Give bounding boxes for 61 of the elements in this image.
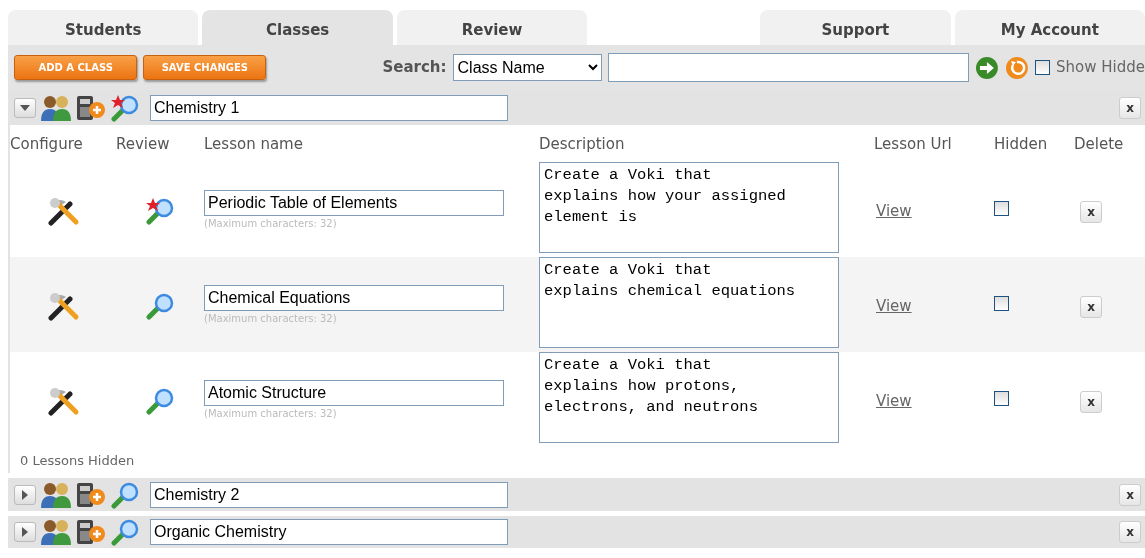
column-header: Description [539, 134, 626, 155]
column-header: Configure [10, 134, 84, 155]
delete-button[interactable]: x [1080, 295, 1102, 318]
caret-down-icon [20, 104, 30, 111]
hidden-checkbox[interactable] [994, 390, 1009, 406]
close-button[interactable]: x [1119, 96, 1141, 119]
view-link[interactable]: View [876, 391, 912, 410]
view-link[interactable]: View [876, 201, 912, 220]
people-icon[interactable] [40, 93, 72, 122]
close-button[interactable]: x [1119, 483, 1141, 506]
character-limit-hint: (Maximum characters: 32) [204, 407, 338, 421]
column-header: Hidden [994, 134, 1049, 155]
tab[interactable]: Review [396, 10, 588, 45]
caret-right-icon [22, 489, 28, 500]
starred-magnifier-icon[interactable] [145, 196, 175, 225]
tools-icon[interactable] [46, 385, 80, 416]
people-icon[interactable] [40, 480, 72, 509]
description-field[interactable]: Create a Voki that explains chemical equations [539, 256, 839, 348]
tab[interactable]: Classes [202, 10, 393, 45]
class-name-field[interactable]: Chemistry 1 [150, 94, 508, 121]
close-button[interactable]: x [1119, 521, 1141, 543]
column-header: Delete [1074, 134, 1125, 155]
lessons-hidden-count: 0 Lessons Hidden [19, 451, 136, 470]
magnifier-icon[interactable] [145, 386, 175, 415]
calculator-add-icon[interactable] [76, 480, 106, 509]
character-limit-hint: (Maximum characters: 32) [204, 312, 338, 326]
tab[interactable]: Students [8, 10, 199, 45]
tools-icon[interactable] [46, 290, 80, 321]
expand-toggle[interactable] [14, 97, 36, 118]
show-hidden-label: Show Hidde [1056, 57, 1145, 79]
hidden-checkbox[interactable] [994, 295, 1009, 311]
column-header: Review [116, 134, 171, 155]
delete-button[interactable]: x [1080, 390, 1102, 413]
search-field[interactable] [607, 53, 970, 82]
caret-right-icon [22, 527, 28, 537]
delete-button[interactable]: x [1080, 200, 1102, 223]
lesson-name-field[interactable]: Chemical Equations [204, 285, 504, 311]
description-field[interactable]: Create a Voki that explains how your assigned element is [539, 161, 839, 253]
show-hidden-checkbox[interactable] [1035, 60, 1050, 75]
column-header: Lesson Url [874, 134, 953, 155]
class-name-field[interactable]: Chemistry 2 [150, 481, 508, 508]
description-field[interactable]: Create a Voki that explains how protons, electrons, and neutrons [539, 351, 839, 443]
calculator-add-icon[interactable] [76, 518, 106, 546]
view-link[interactable]: View [876, 296, 912, 315]
lesson-name-field[interactable]: Atomic Structure [204, 380, 504, 406]
expand-toggle[interactable] [14, 522, 36, 542]
calculator-add-icon[interactable] [76, 93, 106, 122]
search-by-dropdown[interactable]: Class Name [452, 54, 602, 81]
column-header: Lesson name [204, 134, 304, 155]
character-limit-hint: (Maximum characters: 32) [204, 217, 338, 231]
magnifier-icon[interactable] [145, 291, 175, 320]
tools-icon[interactable] [46, 195, 80, 226]
starred-magnifier-icon[interactable] [110, 93, 140, 122]
people-icon[interactable] [40, 518, 72, 546]
expand-toggle[interactable] [14, 484, 36, 505]
lesson-name-field[interactable]: Periodic Table of Elements [204, 190, 504, 216]
class-name-field[interactable]: Organic Chemistry [150, 519, 508, 545]
search-label: Search: [382, 57, 447, 79]
hidden-checkbox[interactable] [994, 200, 1009, 216]
tab[interactable]: Support [760, 10, 951, 45]
tab[interactable]: My Account [954, 10, 1145, 45]
